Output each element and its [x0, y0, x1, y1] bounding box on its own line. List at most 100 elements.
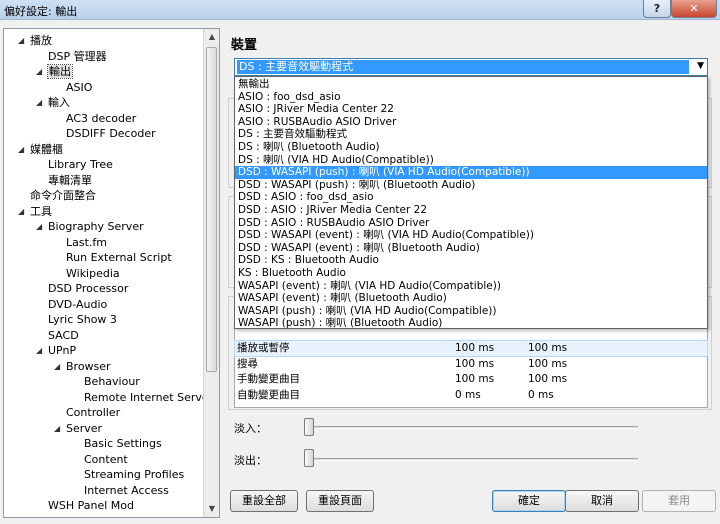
- device-option[interactable]: WASAPI (event) : 喇叭 (Bluetooth Audio): [235, 292, 707, 305]
- tree-item[interactable]: ◢ 媒體櫃: [18, 142, 63, 157]
- tree-item-label: 媒體櫃: [30, 142, 63, 156]
- tree-expander-icon[interactable]: ◢: [36, 343, 42, 358]
- tree-expander-icon[interactable]: ◢: [36, 219, 42, 234]
- fade-out-slider[interactable]: [304, 449, 314, 467]
- device-option[interactable]: DSD : ASIO : RUSBAudio ASIO Driver: [235, 217, 707, 230]
- tree-item-label: DSDIFF Decoder: [66, 127, 156, 140]
- tree-item[interactable]: Run External Script: [66, 250, 172, 265]
- device-option[interactable]: WASAPI (push) : 喇叭 (Bluetooth Audio): [235, 317, 707, 330]
- scroll-down-arrow-icon[interactable]: ▼: [204, 501, 219, 517]
- device-option[interactable]: WASAPI (event) : 喇叭 (VIA HD Audio(Compat…: [235, 280, 707, 293]
- apply-button[interactable]: 套用: [642, 490, 716, 512]
- tree-expander-icon[interactable]: ◢: [18, 142, 24, 157]
- table-cell-name: 播放或暫停: [237, 342, 290, 354]
- tree-item[interactable]: Internet Access: [84, 483, 169, 498]
- device-option[interactable]: DSD : WASAPI (event) : 喇叭 (VIA HD Audio(…: [235, 229, 707, 242]
- tree-expander-icon[interactable]: ◢: [54, 421, 60, 436]
- scroll-up-arrow-icon[interactable]: ▲: [204, 29, 219, 45]
- tree-item-label: DVD-Audio: [48, 297, 108, 311]
- tree-item[interactable]: Remote Internet Servers: [84, 390, 219, 405]
- tree-item[interactable]: Streaming Profiles: [84, 467, 184, 482]
- device-option[interactable]: DSD : WASAPI (push) : 喇叭 (Bluetooth Audi…: [235, 179, 707, 192]
- tree-item[interactable]: ◢ 播放: [18, 33, 52, 48]
- tree-item-label: Internet Access: [84, 483, 169, 497]
- cancel-button[interactable]: 取消: [565, 490, 639, 512]
- tree-item[interactable]: DSDIFF Decoder: [66, 126, 156, 141]
- fade-table[interactable]: 播放或暫停 100 ms 100 ms 搜尋 100 ms 100 ms 手動變更曲目 100…: [234, 324, 708, 408]
- tree-item[interactable]: ◢ Biography Server: [36, 219, 144, 234]
- tree-expander-icon[interactable]: ◢: [36, 95, 42, 110]
- tree-item[interactable]: Wikipedia: [66, 266, 120, 281]
- tree-item[interactable]: Library Tree: [48, 157, 113, 172]
- help-button[interactable]: ?: [643, 0, 671, 18]
- tree-item[interactable]: Behaviour: [84, 374, 140, 389]
- tree-item[interactable]: Content: [84, 452, 128, 467]
- tree-item[interactable]: ◢ 工具: [18, 204, 52, 219]
- preferences-tree[interactable]: ◢ 播放 DSP 管理器 ◢ 輸出 ASIO ◢ 輸入 AC3 decoder DSDIFF De…: [3, 28, 220, 518]
- tree-item[interactable]: Lyric Show 3: [48, 312, 117, 327]
- tree-item[interactable]: Basic Settings: [84, 436, 162, 451]
- tree-item[interactable]: Last.fm: [66, 235, 107, 250]
- tree-item[interactable]: 命令介面整合: [30, 188, 96, 203]
- tree-expander-icon[interactable]: ◢: [54, 359, 60, 374]
- device-option[interactable]: DSD : WASAPI (event) : 喇叭 (Bluetooth Aud…: [235, 242, 707, 255]
- tree-item[interactable]: AC3 decoder: [66, 111, 136, 126]
- reset-all-button[interactable]: 重設全部: [230, 490, 298, 512]
- device-select[interactable]: DS : 主要音效驅動程式 ▼: [234, 58, 708, 76]
- tree-item[interactable]: WSH Panel Mod: [48, 498, 134, 513]
- device-option[interactable]: DS : 喇叭 (VIA HD Audio(Compatible)): [235, 154, 707, 167]
- table-row[interactable]: 播放或暫停 100 ms 100 ms: [234, 340, 708, 357]
- device-option[interactable]: DSD : KS : Bluetooth Audio: [235, 254, 707, 267]
- fade-out-label: 淡出：: [234, 454, 267, 467]
- tree-item[interactable]: Controller: [66, 405, 120, 420]
- table-row[interactable]: 自動變更曲目 0 ms 0 ms: [235, 388, 707, 403]
- tree-item[interactable]: 專輯清單: [48, 173, 92, 188]
- device-option[interactable]: DSD : ASIO : foo_dsd_asio: [235, 191, 707, 204]
- scroll-thumb[interactable]: [206, 47, 217, 372]
- ok-button[interactable]: 確定: [492, 490, 566, 512]
- tree-item-label: Server: [66, 421, 103, 435]
- tree-expander-icon[interactable]: ◢: [36, 64, 42, 79]
- tree-item[interactable]: DSD Processor: [48, 281, 128, 296]
- table-row[interactable]: 手動變更曲目 100 ms 100 ms: [235, 372, 707, 387]
- tree-item[interactable]: SACD: [48, 328, 79, 343]
- table-cell-in: 100 ms: [455, 357, 495, 370]
- chevron-down-icon[interactable]: ▼: [697, 61, 704, 71]
- tree-item[interactable]: ◢ 輸入: [36, 95, 70, 110]
- table-cell-out: 100 ms: [528, 373, 568, 385]
- tree-item[interactable]: ASIO: [66, 80, 92, 95]
- tree-scrollbar[interactable]: ▲ ▼: [203, 29, 219, 517]
- close-button[interactable]: ✕: [671, 0, 717, 18]
- tree-expander-icon[interactable]: ◢: [18, 33, 24, 48]
- device-dropdown-list[interactable]: 無輸出 ASIO : foo_dsd_asio ASIO : JRiver Medi…: [234, 76, 708, 329]
- table-row[interactable]: 搜尋 100 ms 100 ms: [235, 357, 707, 372]
- reset-page-button[interactable]: 重設頁面: [306, 490, 374, 512]
- tree-item[interactable]: DSP 管理器: [48, 49, 107, 64]
- tree-item[interactable]: ◢ Browser: [54, 359, 111, 374]
- tree-item-label: Lyric Show 3: [48, 313, 117, 326]
- device-option[interactable]: ASIO : RUSBAudio ASIO Driver: [235, 116, 707, 129]
- device-option[interactable]: KS : Bluetooth Audio: [235, 267, 707, 280]
- tree-item[interactable]: ◢ 輸出: [36, 64, 73, 79]
- tree-item[interactable]: DVD-Audio: [48, 297, 107, 312]
- device-section-title: 裝置: [231, 38, 258, 53]
- device-option[interactable]: DS : 喇叭 (Bluetooth Audio): [235, 141, 707, 154]
- tree-item-label: 工具: [30, 204, 52, 218]
- tree-expander-icon[interactable]: ◢: [18, 204, 24, 219]
- device-option[interactable]: ASIO : JRiver Media Center 22: [235, 103, 707, 116]
- fade-in-slider[interactable]: [304, 418, 314, 436]
- tree-item[interactable]: ◢ Server: [54, 421, 103, 436]
- table-cell-out: 100 ms: [528, 357, 568, 370]
- device-option[interactable]: DSD : WASAPI (push) : 喇叭 (VIA HD Audio(C…: [235, 166, 707, 179]
- device-option[interactable]: ASIO : foo_dsd_asio: [235, 91, 707, 104]
- tree-item[interactable]: ◢ UPnP: [36, 343, 77, 358]
- tree-item-label: UPnP: [48, 344, 77, 357]
- device-option[interactable]: DS : 主要音效驅動程式: [235, 128, 707, 141]
- tree-item-label: Remote Internet Servers: [84, 390, 219, 404]
- tree-item-label: SACD: [48, 328, 79, 342]
- tree-item-label: Basic Settings: [84, 437, 162, 450]
- device-option[interactable]: 無輸出: [235, 78, 707, 91]
- device-option[interactable]: WASAPI (push) : 喇叭 (VIA HD Audio(Compati…: [235, 305, 707, 318]
- tree-item-label: DSP 管理器: [48, 49, 107, 63]
- device-option[interactable]: DSD : ASIO : JRiver Media Center 22: [235, 204, 707, 217]
